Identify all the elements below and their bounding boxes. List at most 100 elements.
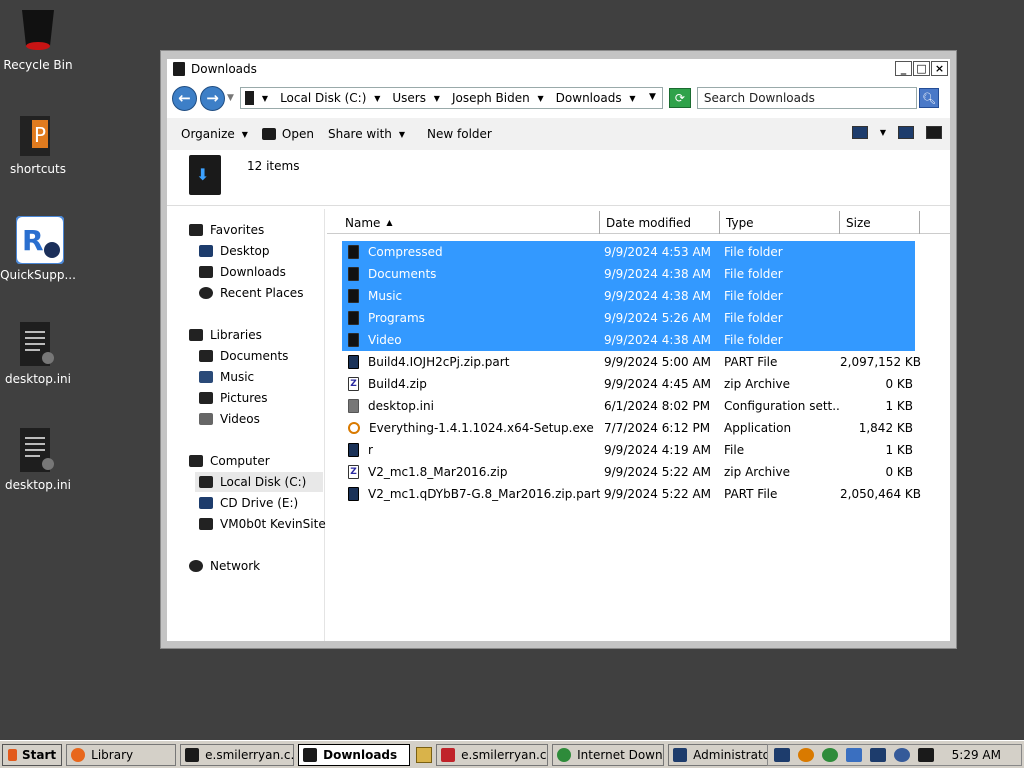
desktop-icon-desktop-ini-2[interactable]: desktop.ini: [0, 426, 76, 492]
change-view-icon[interactable]: [851, 126, 868, 139]
cd-drive-icon: [199, 497, 213, 509]
folder-file-icon: [348, 267, 359, 281]
nav-network-drive[interactable]: VM0b0t KevinSite: [199, 517, 326, 531]
monitor-icon[interactable]: [917, 748, 934, 762]
search-everything-icon[interactable]: [797, 748, 814, 762]
nav-recent-places[interactable]: Recent Places: [199, 286, 303, 300]
file-row[interactable]: V2_mc1.qDYbB7-G.8_Mar2016.zip.part 9/9/20…: [342, 483, 921, 505]
file-size: 0 KB: [885, 465, 913, 479]
column-name[interactable]: Name ▲: [327, 211, 600, 234]
file-date: 9/9/2024 4:38 AM: [604, 267, 712, 281]
media-player-icon[interactable]: [416, 746, 433, 763]
taskbar-item-internet-download[interactable]: Internet Down...: [552, 743, 665, 766]
desktop-icon-recycle-bin[interactable]: Recycle Bin: [0, 6, 76, 72]
recent-pages-dropdown-icon[interactable]: ▼: [227, 93, 234, 103]
breadcrumb-users[interactable]: Users ▼: [392, 91, 446, 105]
breadcrumb-chevron-icon[interactable]: ▼: [262, 94, 268, 103]
part-file-icon: [348, 487, 359, 501]
help-icon[interactable]: [926, 126, 942, 139]
nav-videos[interactable]: Videos: [199, 412, 260, 426]
nav-local-disk[interactable]: Local Disk (C:): [195, 472, 323, 492]
desktop-icon: [199, 245, 213, 257]
nav-music[interactable]: Music: [199, 370, 254, 384]
breadcrumb-joseph-biden[interactable]: Joseph Biden ▼: [452, 91, 550, 105]
nav-downloads[interactable]: Downloads: [199, 265, 286, 279]
forward-button[interactable]: →: [200, 85, 225, 111]
file-name-cell: desktop.ini: [342, 399, 600, 413]
nav-pictures[interactable]: Pictures: [199, 391, 268, 405]
preview-pane-icon[interactable]: [898, 126, 914, 139]
file-size: 2,097,152 KB: [840, 355, 921, 369]
column-extra[interactable]: [920, 211, 946, 234]
column-size[interactable]: Size: [840, 211, 920, 234]
file-type: File folder: [724, 289, 783, 303]
column-date-modified[interactable]: Date modified: [600, 211, 720, 234]
taskbar-item-library[interactable]: Library: [66, 743, 177, 766]
desktop-icon-desktop-ini-1[interactable]: desktop.ini: [0, 320, 76, 386]
file-row[interactable]: Documents 9/9/2024 4:38 AM File folder: [342, 263, 915, 285]
title-bar[interactable]: Downloads _ □ ×: [167, 59, 950, 79]
desktop-icon-shortcuts[interactable]: P shortcuts: [0, 110, 76, 176]
nav-desktop[interactable]: Desktop: [199, 244, 270, 258]
search-icon: 🔍︎: [921, 91, 936, 105]
breadcrumb-local-disk[interactable]: Local Disk (C:) ▼: [280, 91, 386, 105]
search-input[interactable]: Search Downloads: [696, 87, 917, 109]
file-row[interactable]: desktop.ini 6/1/2024 8:02 PM Configuration…: [342, 395, 915, 417]
network-tray-icon[interactable]: [869, 748, 886, 762]
nav-cd-drive[interactable]: CD Drive (E:): [199, 496, 298, 510]
refresh-button[interactable]: ⟳: [668, 88, 691, 108]
clock[interactable]: 5:29 AM: [952, 748, 1001, 762]
settings-icon[interactable]: [845, 748, 862, 762]
taskbar-item-downloads[interactable]: Downloads: [298, 743, 411, 766]
window-content: Downloads _ □ × ← → ▼ ▼ Local Disk (C:) …: [167, 59, 950, 641]
file-name: Build4.zip: [368, 377, 427, 391]
nav-computer[interactable]: Computer: [189, 454, 270, 468]
file-row[interactable]: Build4.IOJH2cPj.zip.part 9/9/2024 5:00 AM…: [342, 351, 921, 373]
volume-icon[interactable]: [893, 748, 910, 762]
file-row[interactable]: Music 9/9/2024 4:38 AM File folder: [342, 285, 915, 307]
file-name-cell: V2_mc1.qDYbB7-G.8_Mar2016.zip.part: [342, 487, 600, 501]
system-tray: 5:29 AM: [766, 744, 1022, 766]
globe-icon[interactable]: [821, 748, 838, 762]
nav-favorites[interactable]: Favorites: [189, 223, 264, 237]
back-button[interactable]: ←: [172, 85, 197, 111]
desktop-icon-quicksupport[interactable]: R QuickSupp...: [0, 215, 76, 282]
file-row[interactable]: r 9/9/2024 4:19 AM File 1 KB: [342, 439, 915, 461]
close-button[interactable]: ×: [931, 61, 948, 76]
new-folder-button[interactable]: New folder: [427, 127, 492, 141]
file-name: Video: [368, 333, 402, 347]
file-row[interactable]: Z Build4.zip 9/9/2024 4:45 AM zip Archive 0 …: [342, 373, 915, 395]
share-with-button[interactable]: Share with ▼: [328, 127, 405, 141]
column-type[interactable]: Type: [720, 211, 840, 234]
file-row[interactable]: Programs 9/9/2024 5:26 AM File folder: [342, 307, 915, 329]
nav-network[interactable]: Network: [189, 559, 260, 573]
part-file-icon: [348, 355, 359, 369]
nav-documents[interactable]: Documents: [199, 349, 288, 363]
chevron-down-icon[interactable]: ▼: [880, 128, 886, 137]
maximize-button[interactable]: □: [913, 61, 930, 76]
file-row[interactable]: Compressed 9/9/2024 4:53 AM File folder: [342, 241, 915, 263]
nav-libraries[interactable]: Libraries: [189, 328, 262, 342]
file-row[interactable]: Everything-1.4.1.1024.x64-Setup.exe 7/7/2…: [342, 417, 915, 439]
address-bar[interactable]: ▼ Local Disk (C:) ▼ Users ▼ Joseph Biden…: [239, 87, 663, 109]
file-type: PART File: [724, 487, 778, 501]
file-date: 9/9/2024 5:00 AM: [604, 355, 712, 369]
taskbar-item-window-1[interactable]: e.smilerryan.c...: [180, 743, 295, 766]
search-button[interactable]: 🔍︎: [918, 88, 939, 108]
file-type: File folder: [724, 267, 783, 281]
minimize-button[interactable]: _: [895, 61, 912, 76]
file-row[interactable]: Z V2_mc1.8_Mar2016.zip 9/9/2024 5:22 AM zip…: [342, 461, 915, 483]
open-button[interactable]: Open: [261, 127, 314, 141]
file-size: 1 KB: [885, 443, 913, 457]
computer-icon: [189, 455, 203, 467]
taskbar-item-administrator[interactable]: Administrator:...: [668, 743, 781, 766]
start-button[interactable]: Start: [2, 743, 63, 766]
remote-icon[interactable]: [773, 748, 790, 762]
downloads-icon: [199, 266, 213, 278]
organize-button[interactable]: Organize ▼: [181, 127, 248, 141]
sort-ascending-icon: ▲: [386, 218, 393, 227]
address-history-dropdown-icon[interactable]: ▼: [649, 92, 656, 102]
file-row[interactable]: Video 9/9/2024 4:38 AM File folder: [342, 329, 915, 351]
breadcrumb-downloads[interactable]: Downloads ▼: [556, 91, 642, 105]
taskbar-item-filezilla[interactable]: e.smilerryan.c...: [436, 743, 549, 766]
